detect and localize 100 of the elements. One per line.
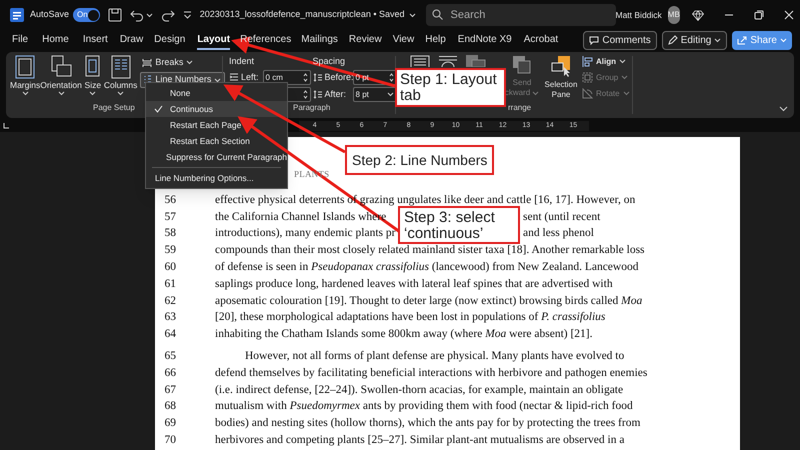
breaks-button[interactable]: Breaks	[140, 55, 226, 70]
line-number: 57	[164, 210, 176, 225]
menu-item[interactable]: Suppress for Current Paragraph	[146, 149, 287, 165]
chevron-down-icon	[58, 91, 65, 96]
body-text-line: However, not all forms of plant defense are physical. Many plants have evolved to	[245, 348, 624, 364]
group-label: Paragraph	[293, 102, 332, 114]
search-field[interactable]: Search	[426, 4, 616, 26]
rotate-icon	[582, 88, 593, 99]
chevron-down-icon	[386, 92, 394, 97]
align-icon	[582, 56, 593, 67]
chevron-down-icon	[714, 38, 722, 42]
autosave-label: AutoSave	[30, 8, 70, 22]
save-icon	[108, 8, 122, 22]
spacing-field[interactable]: 8 pt	[352, 87, 397, 102]
orientation-icon	[50, 55, 72, 79]
line-numbers-icon	[144, 75, 152, 85]
body-text-line: (i.e. indirect defense, [22–24]). Swollen-thorn acacias, for example, maintain an obligate	[215, 382, 624, 398]
group-heading: Indent	[229, 55, 256, 68]
chevron-down-icon	[619, 59, 626, 64]
ribbon-tab[interactable]: File	[12, 30, 28, 50]
margins-icon	[14, 55, 36, 79]
spinner-icon	[302, 73, 308, 82]
group-heading: Spacing	[312, 55, 346, 68]
comments-button[interactable]: Comments	[583, 30, 657, 50]
redo-icon	[160, 8, 175, 22]
user-avatar[interactable]: MB	[668, 6, 680, 24]
field-label: After:	[324, 88, 348, 101]
chevron-down-icon	[117, 91, 124, 96]
line-number: 58	[164, 226, 176, 242]
ribbon-tab[interactable]: Draw	[120, 30, 144, 50]
collapse-ribbon-icon	[779, 106, 788, 112]
chevron-down-icon	[186, 60, 194, 65]
undo-icon	[130, 8, 144, 22]
restore-icon	[754, 10, 764, 20]
menu-item[interactable]: Restart Each Section	[146, 133, 287, 149]
send-backward-icon	[512, 55, 532, 75]
share-icon	[737, 36, 748, 44]
ribbon-tab[interactable]: Design	[154, 30, 186, 50]
line-number: 66	[164, 366, 176, 381]
diamond-icon	[692, 10, 704, 20]
ribbon-tab[interactable]: Help	[425, 30, 446, 50]
menu-item[interactable]: Line Numbering Options...	[146, 170, 287, 186]
pencil-icon	[668, 35, 678, 45]
line-number: 59	[164, 243, 176, 258]
chevron-down-icon	[146, 12, 153, 18]
field-label: Before:	[324, 70, 351, 84]
chevron-down-icon	[408, 12, 416, 18]
position-icon	[438, 55, 458, 67]
line-number: 67	[164, 382, 176, 398]
spinner-icon	[388, 73, 394, 82]
body-text-line: of defense is seen in Pseudopanax crassifolius (lancewood) from New Zealand. Lancewood	[215, 260, 638, 275]
menu-item[interactable]: Continuous	[146, 101, 287, 117]
group-icon	[582, 72, 593, 83]
ribbon-button[interactable]: Orientation	[40, 55, 82, 97]
page-break-icon	[142, 58, 152, 68]
ribbon-tab[interactable]: Acrobat	[524, 30, 558, 50]
ribbon-button[interactable]: Columns	[104, 55, 138, 97]
field-label: Left:	[241, 70, 259, 84]
columns-icon	[110, 55, 132, 79]
line-number: 69	[164, 416, 176, 432]
body-text-line: bodies) and nesting sites (hollow thorns), which the ants pay for by protecting the trees from	[215, 416, 640, 432]
chevron-down-icon	[214, 78, 222, 82]
body-text-line: aposematic colouration [19]. Thought to deter large (now extinct) browsing birds called Moa	[215, 294, 642, 309]
chevron-down-icon	[532, 90, 540, 96]
ribbon-button[interactable]: Margins	[10, 55, 40, 97]
ribbon-tab[interactable]: Home	[42, 30, 69, 50]
ribbon-tab[interactable]: Review	[348, 30, 382, 50]
menu-item[interactable]: None	[146, 85, 287, 101]
ribbon-tab[interactable]: Layout	[197, 30, 230, 50]
editing-button[interactable]: Editing	[662, 30, 728, 50]
ribbon-button[interactable]: Size	[82, 55, 104, 97]
callout-box: Step 1: Layout tab	[395, 68, 506, 107]
line-number: 56	[164, 192, 176, 208]
ribbon-tab[interactable]: View	[392, 30, 414, 50]
selection-pane-button[interactable]: Selection Pane	[542, 55, 580, 100]
body-text-line: herbivores and competing plants [25–27]. Similar plant-ant mutualisms are observed in a	[215, 432, 624, 448]
ribbon-tab[interactable]: Insert	[82, 30, 108, 50]
body-text-line: defend themselves by facilitating beneficial interactions with herbivore and pathogen enemies	[215, 366, 648, 381]
body-text-line: saplings produce long, hardened leaves with lateral leaf spines that are advertised with	[215, 276, 613, 292]
body-text-line: mutualism with Psuedomyrmex ants by providing them with food (nectar & lipid-rich food	[215, 399, 633, 414]
spinner-icon	[302, 90, 308, 99]
body-text-line: compounds than their most closely related mainland sister taxa [18]. Another remarkable loss	[215, 243, 645, 258]
search-icon	[432, 9, 442, 20]
tab-stop-icon	[3, 123, 9, 129]
arrange-button[interactable]: Align	[582, 55, 630, 68]
menu-item[interactable]: Restart Each Page	[146, 117, 287, 133]
line-spacing-icon	[312, 90, 323, 99]
ribbon-tab[interactable]: Mailings	[301, 30, 338, 50]
line-number: 63	[164, 310, 176, 326]
chevron-down-icon	[22, 91, 29, 96]
body-text-line: introductions), many endemic plants pr	[215, 226, 396, 242]
user-name: Matt Biddick	[616, 8, 662, 22]
autosave-toggle[interactable]: On	[73, 8, 100, 22]
ribbon-tab[interactable]: EndNote X9	[458, 30, 512, 50]
callout-box: Step 3: select ‘continuous’	[398, 206, 520, 244]
line-number: 70	[164, 432, 176, 448]
body-text-line: inhabiting the Chatham Islands some 800km away (where Moa were absent) [21].	[215, 327, 593, 342]
document-app-icon	[10, 8, 24, 22]
document-title[interactable]: 20230313_lossofdefence_manuscriptclean • Saved	[200, 8, 404, 22]
line-number: 62	[164, 294, 176, 309]
